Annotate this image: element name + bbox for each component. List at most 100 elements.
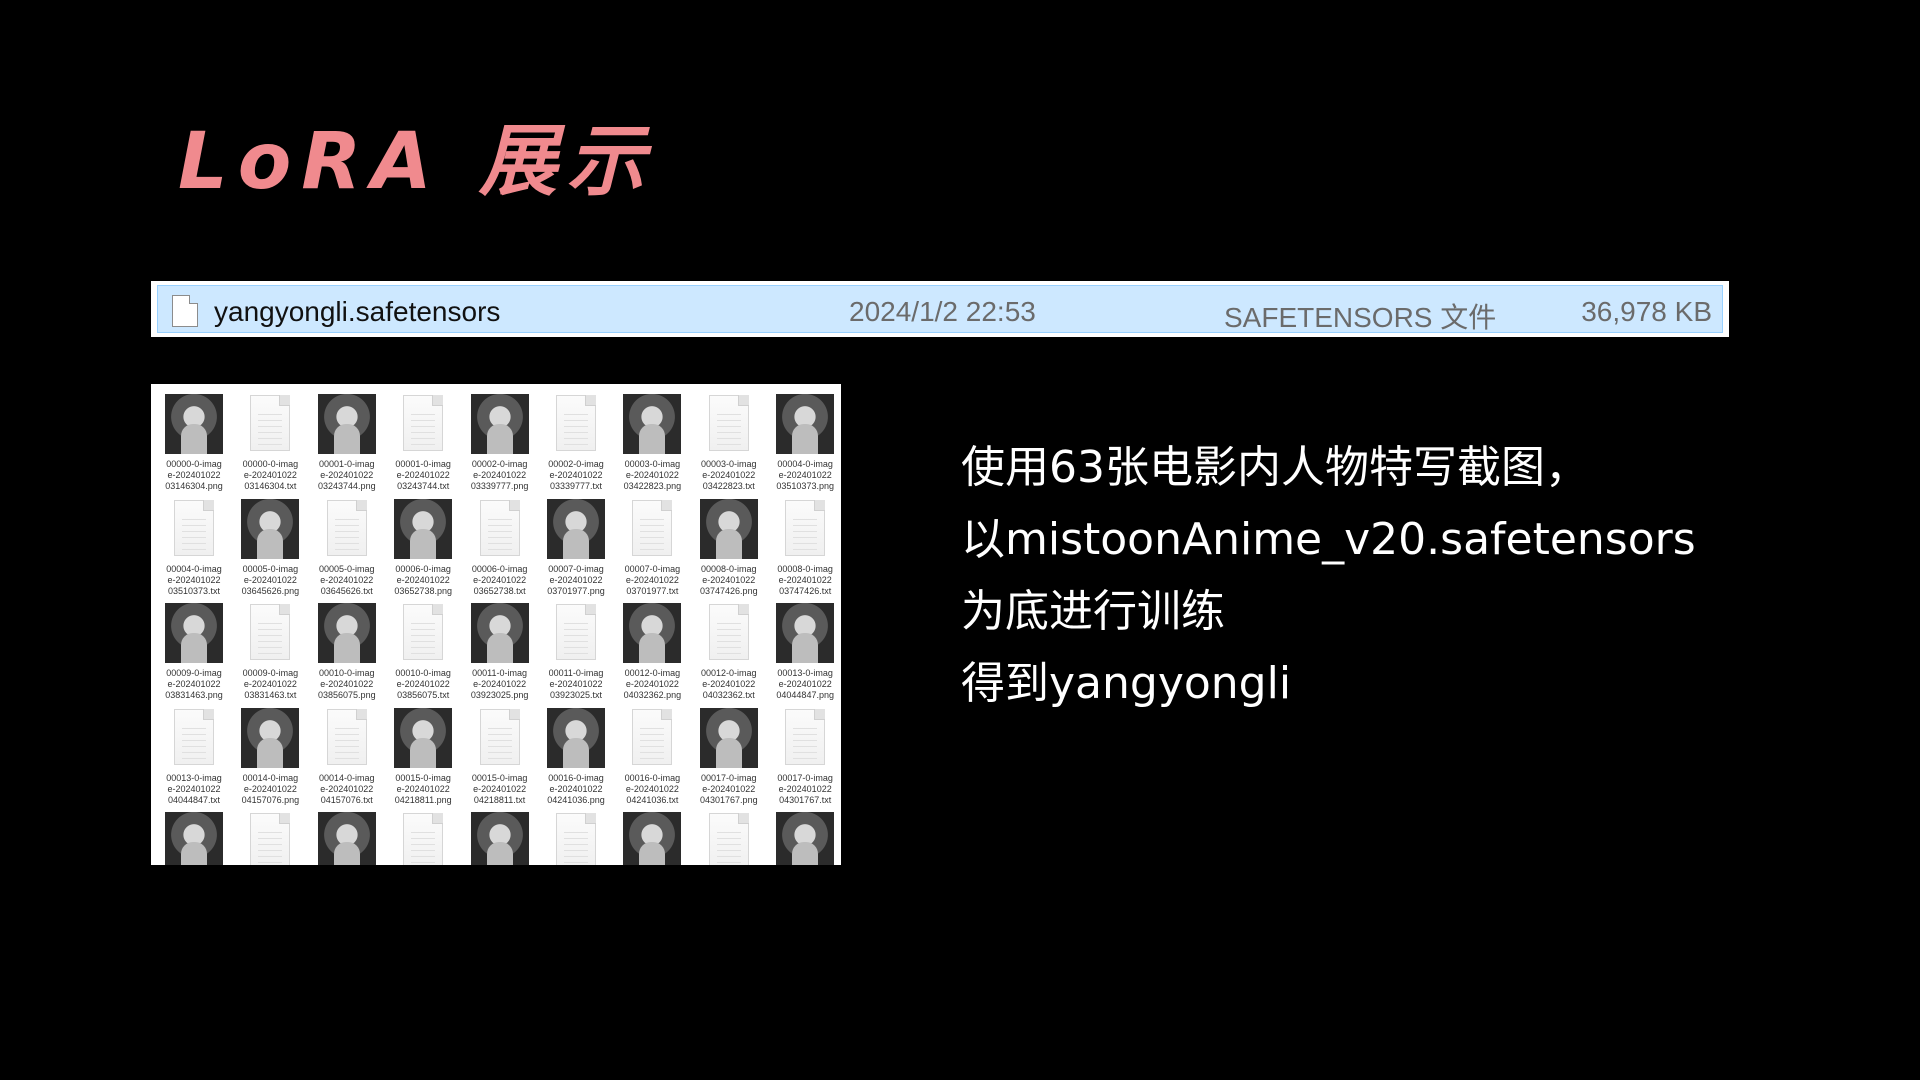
image-file-tile[interactable]: 00015-0-imag e-202401022 04218811.png [391,703,455,806]
image-file-tile[interactable]: 00007-0-imag e-202401022 03701977.png [544,494,608,597]
text-file-tile[interactable]: 00003-0-imag e-202401022 03422823.txt [697,389,761,492]
doc-line [793,518,818,520]
text-file-tile[interactable]: 00013-0-imag e-202401022 04044847.txt [162,703,226,806]
file-label: 00017-0-imag e-202401022 04301767.txt [777,772,833,805]
file-label: 00014-0-imag e-202401022 04157076.png [241,772,300,805]
file-label: 00011-0-imag e-202401022 03923025.txt [548,668,604,700]
doc-line [334,518,359,520]
text-file-tile[interactable]: 00017-0-imag e-202401022 04301767.txt [773,703,837,806]
text-file-tile[interactable]: 00002-0-imag e-202401022 03339777.txt [544,389,608,492]
image-file-tile[interactable]: 00016-0-imag e-202401022 04241036.png [544,703,608,806]
image-file-tile[interactable]: 00017-0-imag e-202401022 04301767.png [697,703,761,806]
file-label: 00004-0-imag e-202401022 03510373.txt [166,563,222,596]
doc-line [411,850,436,851]
doc-line [258,647,283,648]
text-file-tile[interactable]: 00001-0-imag e-202401022 03243744.txt [391,389,455,492]
doc-line [564,832,588,833]
doc-line [793,751,818,753]
image-file-tile[interactable]: 00013-0-imag e-202401022 04044847.png [773,598,837,701]
image-thumbnail-icon [394,498,453,559]
text-file-tile[interactable]: 00000-0-imag e-202401022 03146304.txt [238,389,302,492]
image-file-tile[interactable]: 00002-0-imag e-202401022 03339777.png [468,389,532,492]
text-file-tile[interactable] [238,807,302,865]
description-text: 使用63张电影内人物特写截图， 以mistoonAnime_v20.safeten… [961,432,1696,720]
file-label: 00008-0-imag e-202401022 03747426.txt [777,563,833,596]
file-type: SAFETENSORS 文件 [1224,302,1497,333]
image-file-tile[interactable]: 00003-0-imag e-202401022 03422823.png [620,389,684,492]
doc-line [716,647,741,648]
doc-line [793,739,818,741]
doc-line [487,745,512,747]
file-label: 00005-0-imag e-202401022 03645626.png [241,563,300,596]
doc-line [411,420,436,421]
doc-line [411,647,436,648]
doc-line [564,856,588,857]
image-file-tile[interactable]: 00008-0-imag e-202401022 03747426.png [697,494,761,597]
image-file-tile[interactable]: 00005-0-imag e-202401022 03645626.png [238,494,302,597]
doc-line [411,426,436,427]
text-file-tile[interactable]: 00004-0-imag e-202401022 03510373.txt [162,494,226,597]
image-file-tile[interactable] [468,807,532,865]
doc-line [334,524,359,526]
doc-line [487,751,512,753]
text-file-icon [250,395,291,451]
text-file-tile[interactable]: 00010-0-imag e-202401022 03856075.txt [391,598,455,701]
doc-line [793,530,818,532]
doc-line [716,635,741,636]
image-thumbnail-icon [470,603,529,663]
doc-line [258,832,283,833]
doc-line [334,542,359,544]
image-file-tile[interactable]: 00014-0-imag e-202401022 04157076.png [238,703,302,806]
text-file-tile[interactable]: 00005-0-imag e-202401022 03645626.txt [315,494,379,597]
image-file-tile[interactable]: 00010-0-imag e-202401022 03856075.png [315,598,379,701]
image-file-tile[interactable] [773,807,837,865]
text-file-tile[interactable]: 00007-0-imag e-202401022 03701977.txt [620,494,684,597]
text-file-tile[interactable]: 00009-0-imag e-202401022 03831463.txt [238,598,302,701]
doc-line [487,548,512,550]
doc-line [716,438,741,439]
image-file-tile[interactable] [315,807,379,865]
image-file-tile[interactable]: 00006-0-imag e-202401022 03652738.png [391,494,455,597]
text-file-tile[interactable] [544,807,608,865]
text-file-icon [785,708,826,765]
file-name[interactable]: yangyongli.safetensors [214,296,500,328]
text-file-tile[interactable]: 00006-0-imag e-202401022 03652738.txt [468,494,532,597]
image-file-tile[interactable] [620,807,684,865]
text-file-tile[interactable]: 00012-0-imag e-202401022 04032362.txt [697,598,761,701]
file-label: 00004-0-imag e-202401022 03510373.png [776,459,834,491]
doc-line [564,438,588,439]
image-thumbnail-icon [165,603,223,663]
file-row-selected[interactable]: yangyongli.safetensors 2024/1/2 22:53 SA… [157,285,1723,333]
file-thumbnail-grid: 00000-0-imag e-202401022 03146304.png 000… [151,384,841,865]
file-list-row[interactable]: yangyongli.safetensors 2024/1/2 22:53 SA… [151,281,1729,337]
file-label: 00006-0-imag e-202401022 03652738.txt [471,563,528,596]
image-file-tile[interactable]: 00004-0-imag e-202401022 03510373.png [773,389,837,492]
doc-line [640,548,665,550]
doc-line [411,623,436,624]
text-file-tile[interactable]: 00016-0-imag e-202401022 04241036.txt [620,703,684,806]
text-file-tile[interactable]: 00011-0-imag e-202401022 03923025.txt [544,598,608,701]
text-file-tile[interactable] [697,807,761,865]
text-file-tile[interactable] [391,807,455,865]
file-label: 00000-0-imag e-202401022 03146304.png [165,459,223,491]
image-thumbnail-icon [547,498,605,559]
image-file-tile[interactable]: 00011-0-imag e-202401022 03923025.png [468,598,532,701]
image-file-tile[interactable]: 00001-0-imag e-202401022 03243744.png [315,389,379,492]
text-file-tile[interactable]: 00015-0-imag e-202401022 04218811.txt [468,703,532,806]
text-file-icon [403,604,444,660]
file-label: 00014-0-imag e-202401022 04157076.txt [319,772,375,805]
doc-line [793,524,818,526]
image-file-tile[interactable]: 00000-0-imag e-202401022 03146304.png [162,389,226,492]
image-file-tile[interactable]: 00012-0-imag e-202401022 04032362.png [620,598,684,701]
doc-line [564,426,588,427]
image-file-tile[interactable] [162,807,226,865]
file-label: 00005-0-imag e-202401022 03645626.txt [319,563,375,596]
text-file-tile[interactable]: 00014-0-imag e-202401022 04157076.txt [315,703,379,806]
doc-line [564,635,588,636]
image-file-tile[interactable]: 00009-0-imag e-202401022 03831463.png [162,598,226,701]
text-file-tile[interactable]: 00008-0-imag e-202401022 03747426.txt [773,494,837,597]
doc-line [258,420,283,421]
doc-line [487,530,512,532]
doc-line [411,641,436,642]
text-file-icon [326,708,367,765]
